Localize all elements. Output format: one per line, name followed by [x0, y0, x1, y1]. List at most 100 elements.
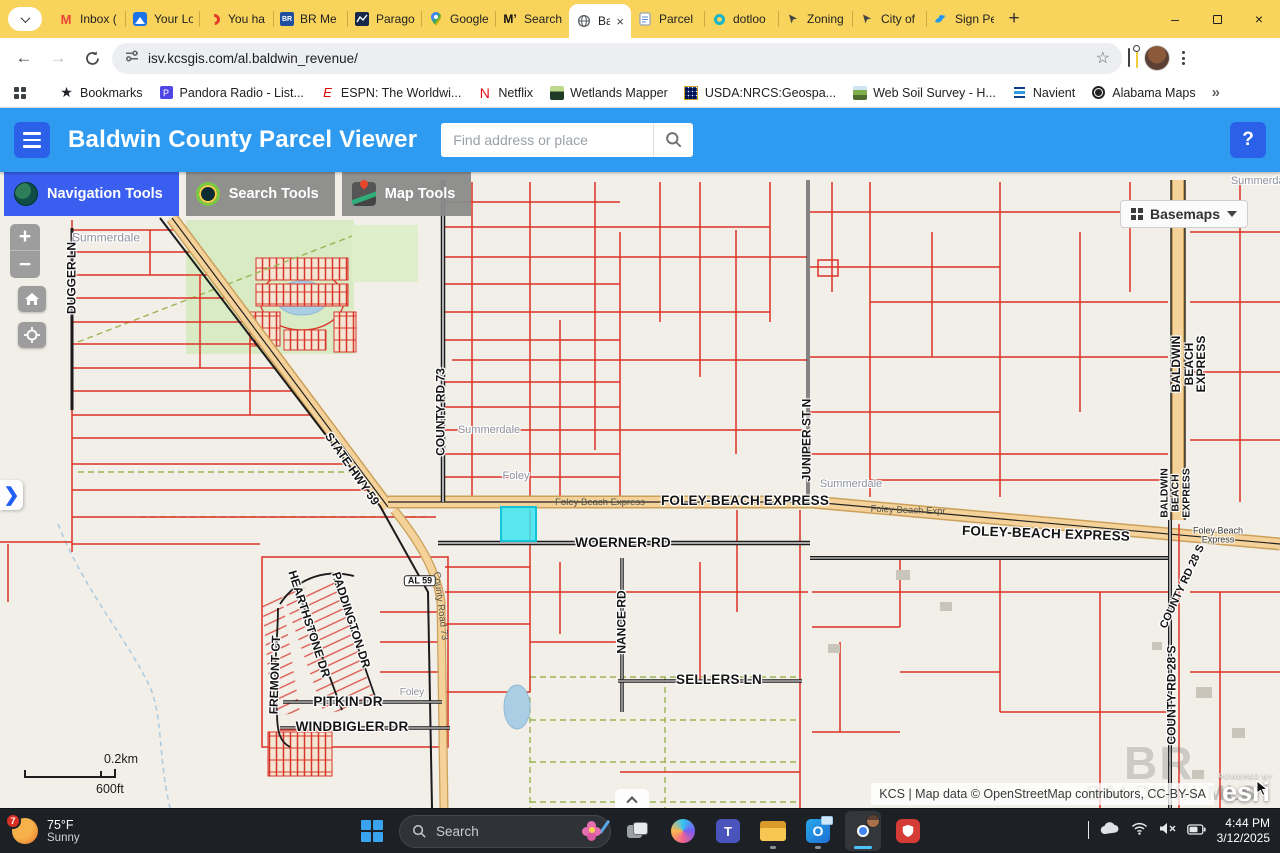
- apps-grid-icon[interactable]: [12, 85, 27, 100]
- bookmark-usda[interactable]: USDA:NRCS:Geospa...: [684, 85, 836, 100]
- tab-search-site[interactable]: M’Search: [496, 2, 569, 36]
- wetlands-icon: [550, 86, 564, 100]
- task-view-button[interactable]: [620, 811, 656, 851]
- document-icon: [637, 11, 653, 27]
- outlook-icon: O: [806, 819, 830, 843]
- bookmark-wetlands[interactable]: Wetlands Mapper: [549, 85, 668, 100]
- reload-button[interactable]: [78, 44, 106, 72]
- tab-search-button[interactable]: [8, 7, 42, 31]
- basemaps-button[interactable]: Basemaps: [1120, 200, 1248, 228]
- locate-button[interactable]: [18, 322, 46, 348]
- weather-condition: Sunny: [47, 832, 80, 845]
- help-button[interactable]: ?: [1230, 122, 1266, 158]
- hamburger-menu-button[interactable]: [14, 122, 50, 158]
- tab-active-baldwin[interactable]: Ba ×: [569, 4, 631, 38]
- close-window-button[interactable]: ×: [1238, 0, 1280, 38]
- tab-br-me[interactable]: BRBR Me: [274, 2, 347, 36]
- bookmark-soil-survey[interactable]: Web Soil Survey - H...: [852, 85, 996, 100]
- site-info-icon[interactable]: [124, 48, 140, 69]
- bookmarks-bar: ★Bookmarks PPandora Radio - List... EESP…: [0, 78, 1280, 108]
- tab-sign-pe[interactable]: Sign Pe: [927, 2, 1000, 36]
- outlook-button[interactable]: O: [800, 811, 836, 851]
- maximize-button[interactable]: [1196, 0, 1238, 38]
- start-button[interactable]: [354, 811, 390, 851]
- map-scale-bar: 0.2km 600ft: [22, 758, 172, 800]
- scale-km-label: 0.2km: [104, 752, 138, 766]
- bookmarks-overflow-icon[interactable]: »: [1212, 84, 1220, 101]
- tab-inbox[interactable]: MInbox (: [52, 2, 125, 36]
- tab-zoning[interactable]: Zoning: [779, 2, 852, 36]
- home-button[interactable]: [18, 286, 46, 312]
- tab-you-ha[interactable]: You ha: [200, 2, 273, 36]
- taskbar-clock[interactable]: 4:44 PM 3/12/2025: [1217, 816, 1270, 846]
- search-button[interactable]: [653, 123, 693, 157]
- cursor-icon: [859, 11, 875, 27]
- close-icon[interactable]: ×: [616, 15, 624, 28]
- zoom-in-button[interactable]: +: [10, 224, 40, 251]
- chevron-down-icon: [1227, 211, 1237, 217]
- notification-badge: 7: [5, 813, 21, 829]
- address-bar[interactable]: isv.kcsgis.com/al.baldwin_revenue/ ☆: [112, 43, 1122, 74]
- selected-parcel-highlight: [501, 507, 536, 541]
- bookmark-netflix[interactable]: NNetflix: [477, 85, 533, 100]
- security-app-button[interactable]: [890, 811, 926, 851]
- onedrive-icon[interactable]: [1100, 822, 1120, 840]
- tab-city-of[interactable]: City of: [853, 2, 926, 36]
- tab-navigation-tools[interactable]: Navigation Tools: [4, 172, 179, 216]
- tab-map-tools[interactable]: Map Tools: [342, 172, 472, 216]
- bookmark-navient[interactable]: Navient: [1012, 85, 1075, 100]
- tab-paragon[interactable]: Parago: [348, 2, 421, 36]
- globe-icon: [14, 182, 38, 206]
- zoom-out-button[interactable]: −: [10, 251, 40, 278]
- ring-icon: [714, 14, 725, 25]
- pandora-icon: P: [160, 86, 173, 99]
- tab-search-tools[interactable]: Search Tools: [186, 172, 335, 216]
- tab-your-lo[interactable]: Your Lo: [126, 2, 199, 36]
- zoom-controls: + −: [10, 224, 40, 278]
- chart-icon: [354, 11, 370, 27]
- mountain-icon: [133, 12, 147, 26]
- tab-parcel[interactable]: Parcel: [631, 2, 704, 36]
- search-icon: [412, 824, 427, 839]
- search-input[interactable]: [441, 123, 653, 157]
- bird-icon: [933, 11, 949, 27]
- copilot-button[interactable]: [665, 811, 701, 851]
- map-pin-icon: [428, 11, 444, 27]
- teams-button[interactable]: T: [710, 811, 746, 851]
- profile-photo-overlay: [866, 814, 880, 828]
- battery-icon[interactable]: [1187, 822, 1206, 840]
- usda-icon: [684, 86, 698, 100]
- bookmark-pandora[interactable]: PPandora Radio - List...: [159, 85, 304, 100]
- chrome-icon: [850, 818, 876, 844]
- bookmark-espn[interactable]: EESPN: The Worldwi...: [320, 85, 461, 100]
- forward-button[interactable]: →: [44, 44, 72, 72]
- tab-google[interactable]: Google: [422, 2, 495, 36]
- tray-expand-icon[interactable]: [1088, 822, 1089, 840]
- basemap-grid-icon: [1131, 208, 1143, 220]
- sidebar-expander-button[interactable]: ❯: [0, 480, 23, 510]
- back-button[interactable]: ←: [10, 44, 38, 72]
- bookmark-bookmarks[interactable]: ★Bookmarks: [59, 85, 143, 100]
- chrome-button[interactable]: [845, 811, 881, 851]
- chevron-up-icon: [626, 796, 637, 807]
- bookmark-alabama-maps[interactable]: Alabama Maps: [1091, 85, 1195, 100]
- map-canvas[interactable]: [0, 172, 1280, 808]
- map-viewport[interactable]: SummerdaleDUGGER LNSTATE HWY 59COUNTY RD…: [0, 172, 1280, 808]
- weather-widget[interactable]: 7 75°FSunny: [12, 818, 80, 845]
- chevron-down-icon: [20, 13, 30, 23]
- task-view-icon: [627, 822, 649, 840]
- profile-avatar[interactable]: [1144, 45, 1170, 71]
- wifi-icon[interactable]: [1131, 822, 1148, 840]
- bookmark-star-icon[interactable]: ☆: [1096, 48, 1110, 68]
- menu-icon[interactable]: [1176, 51, 1191, 65]
- volume-muted-icon[interactable]: [1159, 822, 1176, 840]
- new-tab-button[interactable]: +: [1000, 5, 1028, 33]
- file-explorer-button[interactable]: [755, 811, 791, 851]
- windows-taskbar: 7 75°FSunny Search T O 4:44: [0, 808, 1280, 853]
- taskbar-search[interactable]: Search: [399, 815, 611, 848]
- bottom-panel-toggle[interactable]: [615, 789, 649, 808]
- minimize-button[interactable]: –: [1154, 0, 1196, 38]
- extensions-icon[interactable]: [1128, 49, 1130, 67]
- url-text[interactable]: isv.kcsgis.com/al.baldwin_revenue/: [148, 51, 1088, 66]
- tab-dotloop[interactable]: dotloo: [705, 2, 778, 36]
